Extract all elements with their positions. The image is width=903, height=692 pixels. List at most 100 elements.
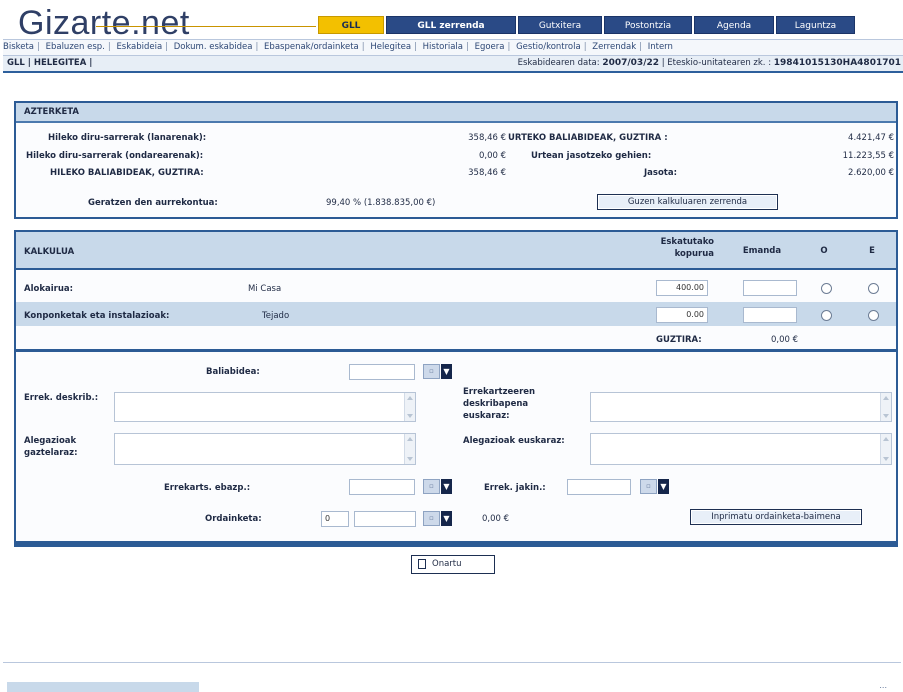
azterketa-title: AZTERKETA: [16, 103, 896, 123]
value-jasota: 2.620,00 €: [848, 168, 894, 178]
textarea-scrollbar[interactable]: [880, 393, 891, 421]
errek-deskribapena-textarea[interactable]: [590, 392, 892, 422]
status-bar-right: ...: [879, 681, 887, 690]
label-ondare-diru-sarrerak: Hileko diru-sarrerak (ondarearenak):: [26, 151, 204, 161]
row-konponketak-label: Konponketak eta instalazioak:: [24, 311, 170, 321]
value-urteko-baliabideak: 4.421,47 €: [848, 133, 894, 143]
azterketa-panel: AZTERKETA Hileko diru-sarrerak (lanarena…: [14, 101, 898, 219]
request-id-label: | Eteskio-unitatearen zk. :: [661, 58, 772, 68]
ordainketa-prefix-input[interactable]: 0: [321, 511, 349, 527]
tab-postontzia[interactable]: Postontzia: [604, 16, 692, 34]
chevron-down-icon: ▼: [441, 479, 452, 494]
value-hileko-baliabideak: 358,46 €: [468, 168, 506, 178]
baliabidea-input[interactable]: [349, 364, 415, 380]
save-button-label: Onartu: [432, 559, 462, 569]
subnav-eskabideia[interactable]: Eskabideia: [116, 42, 162, 52]
tab-gutxitera[interactable]: Gutxitera: [518, 16, 602, 34]
total-value: 0,00 €: [771, 335, 799, 345]
tab-laguntza[interactable]: Laguntza: [776, 16, 855, 34]
label-urteko-baliabideak: URTEKO BALIABIDEAK, GUZTIRA :: [508, 133, 668, 143]
baliabidea-label: Baliabidea:: [206, 367, 260, 377]
value-geratzen-den-aurrekontua: 99,40 % (1.838.835,00 €): [326, 198, 436, 208]
subnav-ebaspenak[interactable]: Ebaspenak/ordainketa: [264, 42, 359, 52]
header-emanda: Emanda: [742, 246, 782, 256]
chevron-down-icon: ▼: [441, 511, 452, 526]
alegazioak-eusk-label: Alegazioak euskaraz:: [463, 436, 565, 446]
alegazioak-gazt-textarea[interactable]: [114, 433, 416, 465]
errekarts-ebazp-select[interactable]: ▫ ▼: [423, 479, 452, 494]
konponketak-amount-input[interactable]: 0.00: [656, 307, 708, 323]
request-info: Eskabidearen data: 2007/03/22 | Eteskio-…: [518, 56, 901, 71]
label-jasota: Jasota:: [644, 168, 677, 178]
save-button[interactable]: Onartu: [411, 555, 495, 574]
subnav-egoera[interactable]: Egoera: [475, 42, 505, 52]
alokairua-radio-o[interactable]: [821, 283, 832, 294]
subnav-ebaluzen[interactable]: Ebaluzen esp.: [46, 42, 105, 52]
alegazioak-gazt-label: Alegazioak gaztelaraz:: [24, 436, 78, 458]
errekarts-ebazp-input[interactable]: [349, 479, 415, 495]
label-lan-diru-sarrerak: Hileko diru-sarrerak (lanarenak):: [48, 133, 207, 143]
print-payment-button[interactable]: Inprimatu ordainketa-baimena: [690, 509, 862, 525]
konponketak-radio-o[interactable]: [821, 310, 832, 321]
sub-navigation: Bisketa | Ebaluzen esp. | Eskabideia | Doku…: [3, 39, 903, 56]
chevron-down-icon: ▼: [441, 364, 452, 379]
subnav-helegitea[interactable]: Helegitea: [370, 42, 411, 52]
tab-gll[interactable]: GLL: [318, 16, 384, 34]
value-lan-diru-sarrerak: 358,46 €: [468, 133, 506, 143]
request-id-value: 19841015130HA4801701: [773, 58, 901, 68]
status-bar: [7, 682, 199, 692]
ordainketa-value: 0,00 €: [482, 514, 510, 524]
header-eskatutako: Eskatutako kopurua: [660, 237, 714, 259]
errek-jakin-label: Errek. jakin.:: [484, 483, 546, 493]
konponketak-radio-e[interactable]: [868, 310, 879, 321]
errek-jakin-input[interactable]: [567, 479, 631, 495]
value-ondare-diru-sarrerak: 0,00 €: [478, 151, 506, 161]
value-urtean-jasotzeko: 11.223,55 €: [842, 151, 894, 161]
subnav-intern[interactable]: Intern: [648, 42, 673, 52]
subnav-zerrendak[interactable]: Zerrendak: [592, 42, 636, 52]
calc-list-button[interactable]: Guzen kalkuluaren zerrenda: [597, 194, 778, 210]
label-hileko-baliabideak: HILEKO BALIABIDEAK, GUZTIRA:: [50, 168, 204, 178]
tab-agenda[interactable]: Agenda: [694, 16, 774, 34]
row-konponketak-desc: Tejado: [262, 311, 290, 321]
textarea-scrollbar[interactable]: [404, 393, 415, 421]
request-date-label: Eskabidearen data:: [517, 58, 600, 68]
baliabidea-select[interactable]: ▫ ▼: [423, 364, 452, 379]
app-logo: Gizarte.net: [18, 4, 190, 42]
errek-jakin-select[interactable]: ▫ ▼: [640, 479, 669, 494]
errek-deskrib-label: Errek. deskrib.:: [24, 393, 99, 403]
top-navigation: GLL GLL zerrenda Gutxitera Postontzia Ag…: [318, 16, 903, 34]
konponketak-given-input[interactable]: [743, 307, 797, 323]
ordainketa-input[interactable]: [354, 511, 416, 527]
subnav-dokum-eskabidea[interactable]: Dokum. eskabidea: [174, 42, 253, 52]
textarea-scrollbar[interactable]: [880, 434, 891, 464]
subnav-historiala[interactable]: Historiala: [423, 42, 463, 52]
breadcrumb-path: GLL | HELEGITEA |: [7, 58, 93, 68]
kalkulua-panel: KALKULUA Eskatutako kopurua Emanda O E A…: [14, 230, 898, 547]
logo-underline: [96, 26, 316, 27]
errek-deskrib-textarea[interactable]: [114, 392, 416, 422]
alokairua-given-input[interactable]: [743, 280, 797, 296]
alokairua-radio-e[interactable]: [868, 283, 879, 294]
ordainketa-label: Ordainketa:: [205, 514, 262, 524]
errekarts-ebazp-label: Errekarts. ebazp.:: [164, 483, 251, 493]
total-label: GUZTIRA:: [656, 335, 702, 345]
header-e: E: [869, 246, 875, 256]
breadcrumb: GLL | HELEGITEA | Eskabidearen data: 200…: [3, 56, 903, 73]
label-urtean-jasotzeko: Urtean jasotzeko gehien:: [531, 151, 652, 161]
subnav-bisketa[interactable]: Bisketa: [3, 42, 34, 52]
alegazioak-eusk-textarea[interactable]: [590, 433, 892, 465]
alokairua-amount-input[interactable]: 400.00: [656, 280, 708, 296]
row-alokairua-desc: Mi Casa: [248, 284, 282, 294]
ordainketa-select[interactable]: ▫ ▼: [423, 511, 452, 526]
errek-deskribapena-label: Errekartzeeren deskribapena euskaraz:: [463, 387, 536, 421]
request-date-value: 2007/03/22: [602, 58, 659, 68]
header-o: O: [820, 246, 828, 256]
kalkulua-title: KALKULUA: [24, 247, 75, 257]
chevron-down-icon: ▼: [658, 479, 669, 494]
label-geratzen-den-aurrekontua: Geratzen den aurrekontua:: [88, 198, 218, 208]
document-icon: [418, 558, 426, 569]
tab-gll-zerrenda[interactable]: GLL zerrenda: [386, 16, 516, 34]
textarea-scrollbar[interactable]: [404, 434, 415, 464]
subnav-gestio[interactable]: Gestio/kontrola: [516, 42, 581, 52]
